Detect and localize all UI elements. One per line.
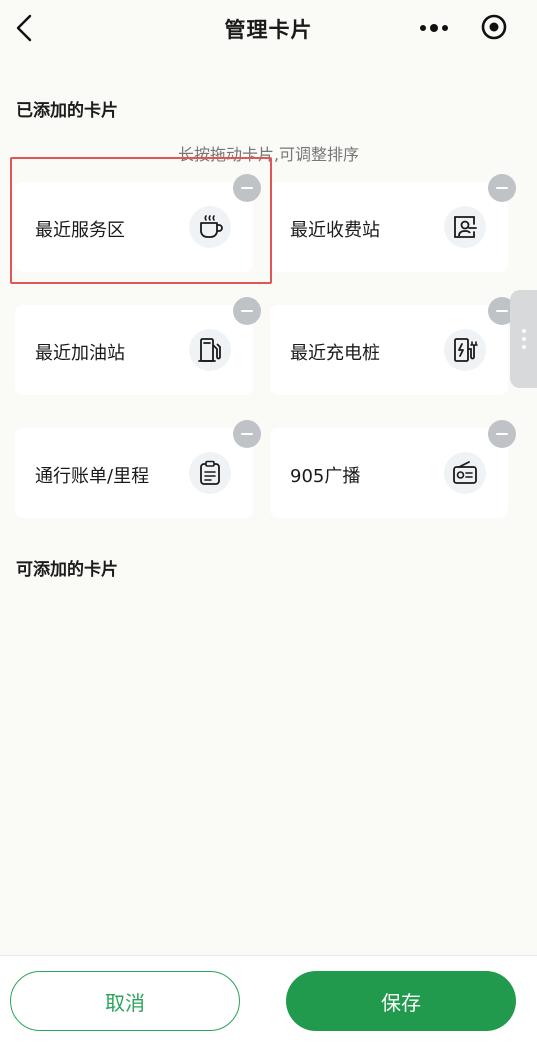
side-drawer-handle[interactable] (510, 290, 537, 388)
remove-card-button[interactable] (233, 420, 261, 448)
cancel-button[interactable]: 取消 (10, 971, 240, 1031)
radio-icon (444, 452, 486, 494)
top-bar: 管理卡片 (0, 0, 537, 56)
page-title: 管理卡片 (224, 18, 313, 42)
card-label: 最近收费站 (290, 220, 380, 241)
save-button[interactable]: 保存 (286, 971, 516, 1031)
remove-card-button[interactable] (488, 174, 516, 202)
bill-icon (189, 452, 231, 494)
card-gas-station[interactable]: 最近加油站 (15, 305, 253, 395)
available-section-title: 可添加的卡片 (16, 560, 118, 580)
card-radio[interactable]: 905广播 (270, 428, 508, 518)
charging-station-icon (444, 329, 486, 371)
toll-station-icon (444, 206, 486, 248)
card-charging-station[interactable]: 最近充电桩 (270, 305, 508, 395)
more-button[interactable] (418, 14, 450, 42)
remove-card-button[interactable] (233, 297, 261, 325)
target-icon (481, 14, 507, 40)
card-label: 通行账单/里程 (35, 466, 150, 487)
card-label: 最近充电桩 (290, 343, 380, 364)
card-toll-bill[interactable]: 通行账单/里程 (15, 428, 253, 518)
close-mini-program-button[interactable] (478, 11, 510, 43)
card-toll-station[interactable]: 最近收费站 (270, 182, 508, 272)
fuel-pump-icon (189, 329, 231, 371)
card-label: 最近加油站 (35, 343, 125, 364)
more-dots-icon (420, 24, 448, 32)
added-section-title: 已添加的卡片 (16, 101, 118, 121)
card-label: 905广播 (290, 466, 361, 487)
remove-card-button[interactable] (488, 420, 516, 448)
bottom-action-bar: 取消 保存 (0, 955, 537, 1050)
highlight-box (10, 157, 272, 284)
